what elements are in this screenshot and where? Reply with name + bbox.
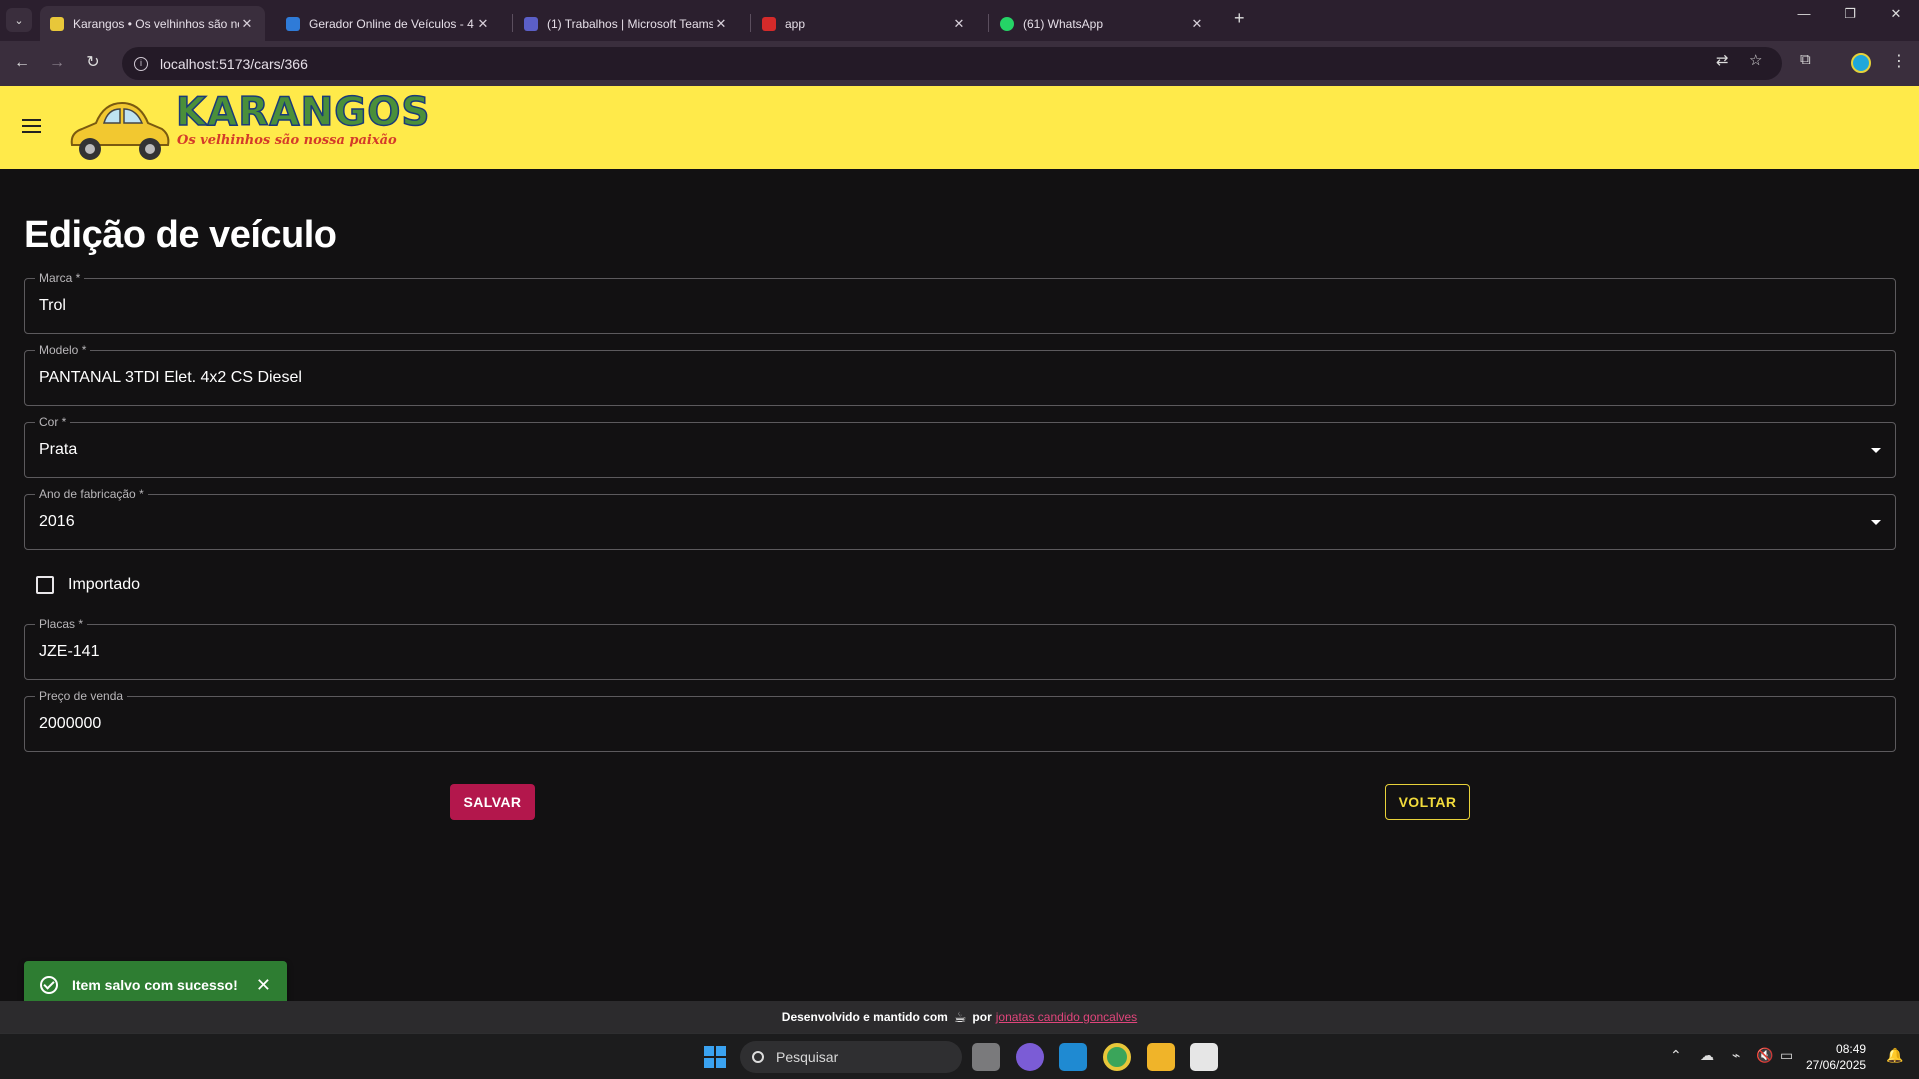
hamburger-menu-icon[interactable] [22,119,41,137]
tab-separator [512,14,513,32]
page-title: Edição de veículo [24,214,337,256]
close-icon[interactable]: ✕ [475,16,491,32]
extensions-icon[interactable]: ⧉ [1800,51,1811,68]
forward-arrow-icon[interactable]: → [45,51,69,75]
notification-bell-icon[interactable]: 🔔 [1886,1047,1903,1064]
taskbar-clock[interactable]: 08:49 27/06/2025 [1806,1041,1866,1073]
vscode-icon[interactable] [1059,1043,1087,1071]
close-icon[interactable]: ✕ [239,16,255,32]
onedrive-icon[interactable]: ☁ [1700,1047,1714,1064]
tab-teams[interactable]: (1) Trabalhos | Microsoft Teams ✕ [514,6,739,41]
browser-toolbar: ← → ↻ i localhost:5173/cars/366 ⇄ ☆ ⧉ [0,41,1919,86]
taskbar-search-placeholder: Pesquisar [776,1049,839,1065]
profile-avatar[interactable] [1851,53,1871,73]
whatsapp-favicon-icon [1000,16,1014,31]
search-icon [752,1051,764,1063]
close-icon[interactable]: ✕ [1189,16,1205,32]
ano-fabricacao-select[interactable]: Ano de fabricação * 2016 [24,487,1896,550]
battery-icon[interactable]: ▭ [1780,1047,1793,1064]
windows-start-icon[interactable] [704,1046,726,1068]
windows-taskbar: Pesquisar ⌃ ☁ ⌁ 🔇 ▭ 08:49 27/06/2025 🔔 [0,1033,1919,1079]
placas-value: JZE-141 [39,643,100,660]
gerador-favicon-icon [286,16,300,31]
tab-whatsapp[interactable]: (61) WhatsApp ✕ [990,6,1215,41]
author-link[interactable]: jonatas candido goncalves [996,1010,1137,1024]
reload-icon[interactable]: ↻ [81,51,105,75]
taskbar-search[interactable]: Pesquisar [740,1041,962,1073]
chevron-up-icon[interactable]: ⌃ [1670,1047,1682,1064]
app-footer: Desenvolvido e mantido com ☕ por jonatas… [0,1001,1919,1033]
close-icon[interactable]: ✕ [256,975,271,996]
importado-checkbox-row[interactable]: Importado [36,576,140,594]
cor-label: Cor * [35,415,71,429]
yellow-car-logo-icon [70,101,170,160]
file-explorer-icon[interactable] [1147,1043,1175,1071]
teams-favicon-icon [524,16,538,31]
save-button[interactable]: SALVAR [450,784,535,820]
dropdown-arrow-icon[interactable] [1871,448,1881,453]
importado-checkbox[interactable] [36,576,54,594]
marca-value: Trol [39,297,66,314]
back-arrow-icon[interactable]: ← [10,51,34,75]
snipping-tool-icon[interactable] [1190,1043,1218,1071]
tab-karangos[interactable]: Karangos • Os velhinhos são no ✕ [40,6,265,41]
tab-separator [750,14,751,32]
chrome-icon[interactable] [1103,1043,1131,1071]
dropdown-arrow-icon[interactable] [1871,520,1881,525]
app-favicon-icon [762,16,776,31]
cor-select[interactable]: Cor * Prata [24,415,1896,478]
tab-separator [988,14,989,32]
placas-label: Placas * [35,617,88,631]
modelo-field[interactable]: Modelo * PANTANAL 3TDI Elet. 4x2 CS Dies… [24,343,1896,406]
site-info-icon[interactable]: i [134,56,148,71]
close-icon[interactable]: ✕ [713,16,729,32]
new-tab-button[interactable]: + [1234,8,1245,29]
cor-value: Prata [39,441,78,458]
placas-field[interactable]: Placas * JZE-141 [24,617,1896,680]
url-text: localhost:5173/cars/366 [160,55,308,72]
network-icon[interactable]: ⌁ [1732,1047,1740,1064]
minimize-icon[interactable]: — [1781,6,1827,21]
footer-by-text: por [972,1010,992,1024]
tab-app[interactable]: app ✕ [752,6,977,41]
back-button[interactable]: VOLTAR [1385,784,1470,820]
app-logo-text: KARANGOS [175,89,431,136]
restore-icon[interactable]: ❐ [1827,6,1873,22]
ano-fabricacao-label: Ano de fabricação * [35,487,148,501]
modelo-label: Modelo * [35,343,91,357]
ano-fabricacao-value: 2016 [39,513,75,530]
app-header: KARANGOS Os velhinhos são nossa paixão [0,86,1919,169]
check-circle-icon [40,976,58,994]
modelo-value: PANTANAL 3TDI Elet. 4x2 CS Diesel [39,369,302,386]
clock-date: 27/06/2025 [1806,1058,1867,1072]
snackbar-message: Item salvo com sucesso! [72,977,238,993]
preco-venda-value: 2000000 [39,715,102,732]
translate-icon[interactable]: ⇄ [1716,51,1729,69]
close-window-icon[interactable]: ✕ [1873,6,1919,22]
clock-time: 08:49 [1836,1042,1867,1056]
marca-field[interactable]: Marca * Trol [24,271,1896,334]
footer-text: Desenvolvido e mantido com [781,1010,948,1024]
preco-venda-label: Preço de venda [35,689,128,703]
coffee-cup-icon: ☕ [953,1008,967,1025]
close-icon[interactable]: ✕ [951,16,967,32]
tab-gerador[interactable]: Gerador Online de Veículos - 4 ✕ [276,6,501,41]
importado-label: Importado [68,576,141,593]
karangos-favicon-icon [50,16,64,31]
browser-tab-strip: ⌄ Karangos • Os velhinhos são no ✕ Gerad… [0,0,1919,41]
task-view-icon[interactable] [972,1043,1000,1071]
bookmark-star-icon[interactable]: ☆ [1749,51,1762,69]
address-bar[interactable]: i localhost:5173/cars/366 [122,47,1782,80]
app-tagline: Os velhinhos são nossa paixão [177,133,397,148]
copilot-icon[interactable] [1016,1043,1044,1071]
volume-muted-icon[interactable]: 🔇 [1756,1047,1773,1064]
preco-venda-field[interactable]: Preço de venda 2000000 [24,689,1896,752]
browser-menu-icon[interactable]: ⋮ [1891,51,1907,71]
marca-label: Marca * [35,271,85,285]
tab-search-button[interactable]: ⌄ [6,8,32,32]
